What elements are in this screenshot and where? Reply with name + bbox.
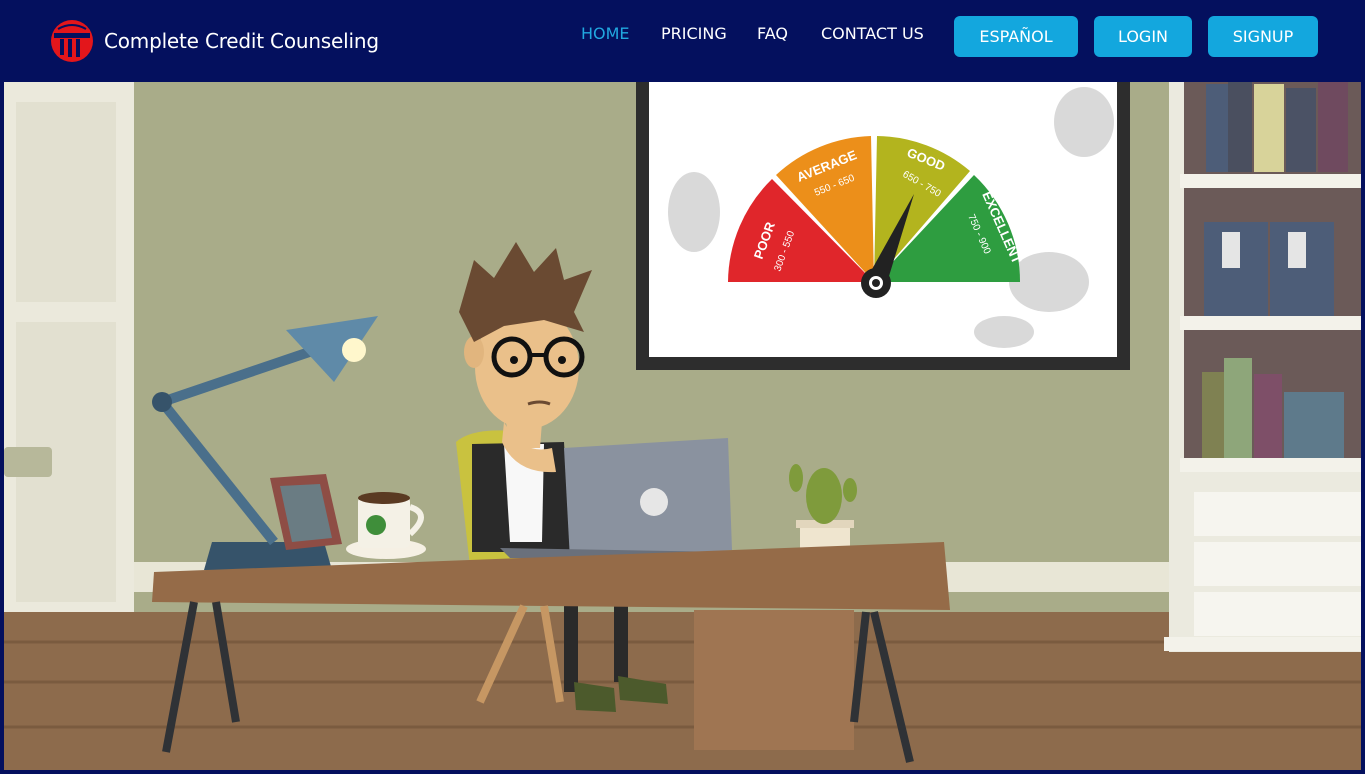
floor (4, 612, 1361, 770)
signup-button[interactable]: SIGNUP (1208, 16, 1318, 57)
credit-counseling-logo-icon (51, 20, 93, 62)
nav-home[interactable]: HOME (581, 24, 630, 43)
nav-contact-us[interactable]: CONTACT US (821, 24, 924, 43)
top-navbar: Complete Credit Counseling HOME PRICING … (0, 0, 1365, 82)
bookshelf (1164, 82, 1361, 652)
office-scene-illustration: POOR 300 - 550 AVERAGE 550 - 650 GOOD 65… (4, 82, 1361, 770)
credit-score-board: POOR 300 - 550 AVERAGE 550 - 650 GOOD 65… (636, 82, 1130, 370)
hero-video-illustration[interactable]: POOR 300 - 550 AVERAGE 550 - 650 GOOD 65… (4, 82, 1361, 770)
brand-link[interactable]: Complete Credit Counseling (50, 18, 379, 64)
espanol-button[interactable]: ESPAÑOL (954, 16, 1078, 57)
nav-faq[interactable]: FAQ (757, 24, 788, 43)
nav-pricing[interactable]: PRICING (661, 24, 727, 43)
brand-name: Complete Credit Counseling (104, 29, 379, 53)
login-button[interactable]: LOGIN (1094, 16, 1192, 57)
